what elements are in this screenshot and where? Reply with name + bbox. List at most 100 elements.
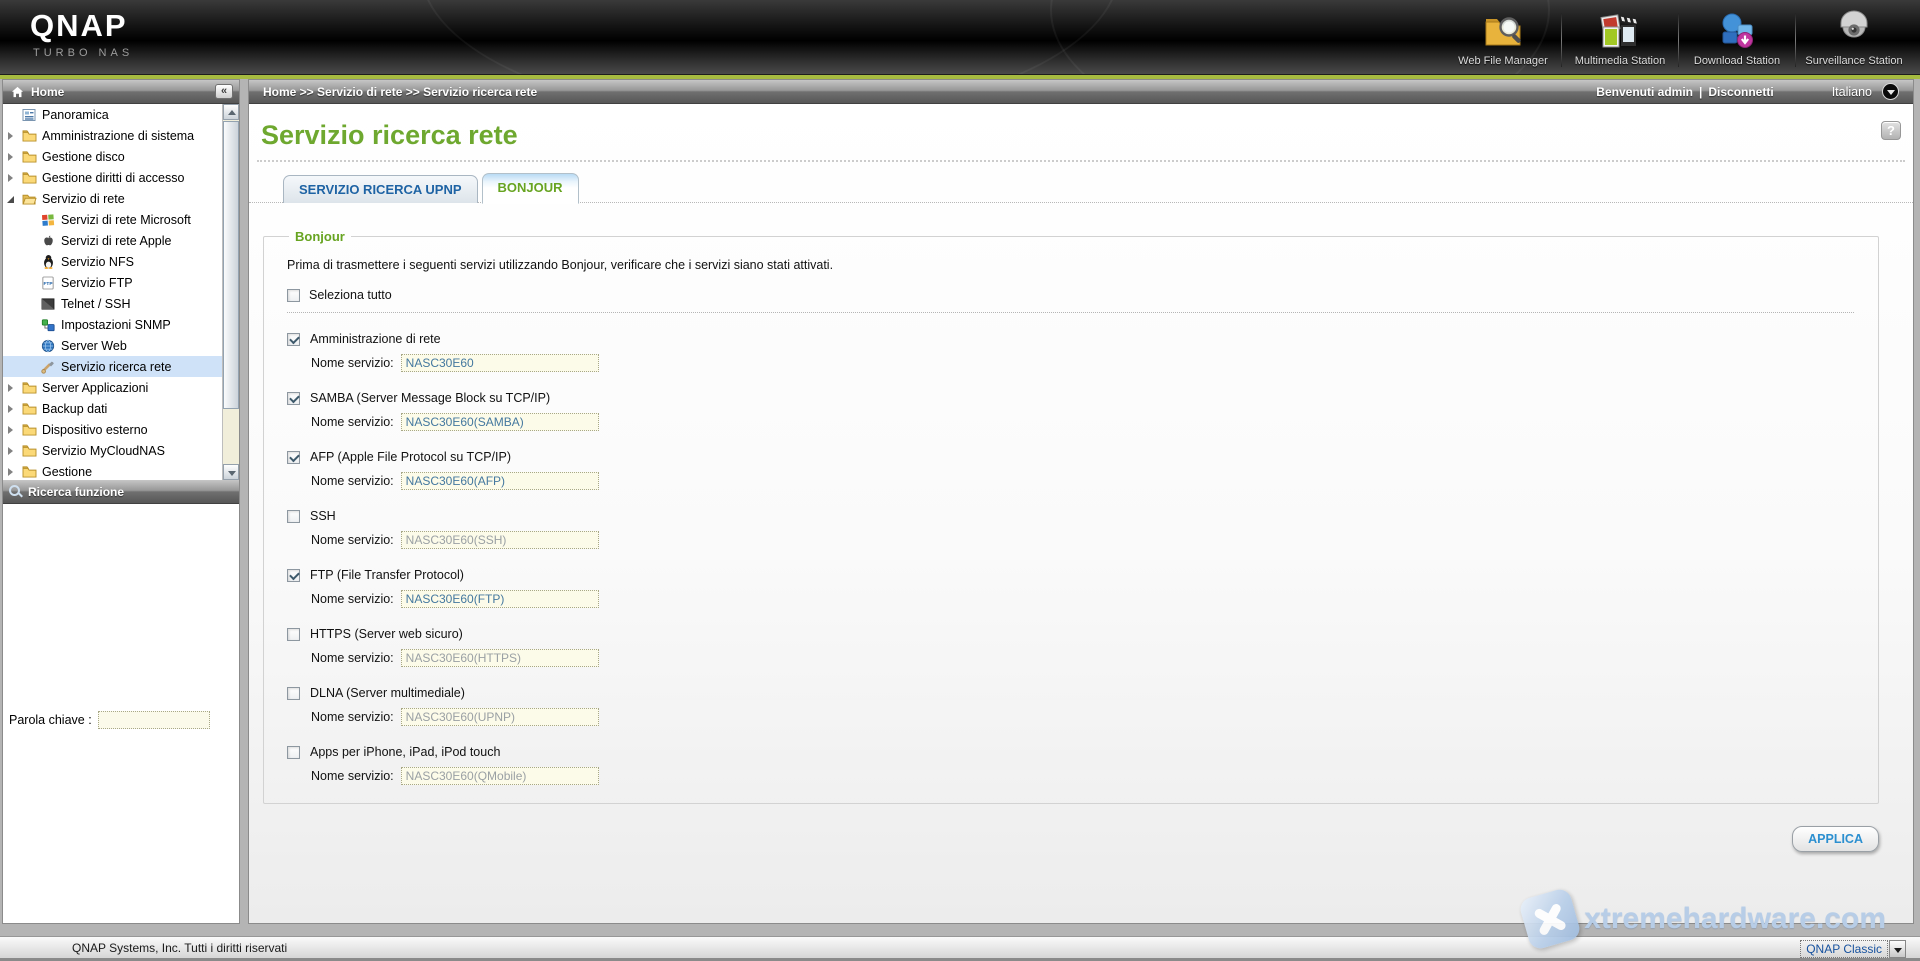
question-icon[interactable]: ? — [1881, 121, 1901, 140]
sidebar-header: Home — [3, 80, 239, 104]
sidebar-item-servizio-nfs[interactable]: Servizio NFS — [3, 251, 239, 272]
station-multimedia-station[interactable]: Multimedia Station — [1562, 10, 1678, 72]
sidebar-item-servizi-di-rete-apple[interactable]: Servizi di rete Apple — [3, 230, 239, 251]
folder-icon — [21, 380, 37, 396]
service-name-label: Nome servizio: — [311, 533, 394, 547]
service-name-input[interactable] — [401, 354, 599, 372]
service-name-input[interactable] — [401, 649, 599, 667]
linux-icon — [40, 254, 56, 270]
theme-selector-value[interactable]: QNAP Classic — [1800, 940, 1888, 958]
service-name-input[interactable] — [401, 531, 599, 549]
expand-arrow-icon[interactable] — [7, 467, 16, 477]
expand-arrow-icon[interactable] — [7, 383, 16, 393]
bonjour-legend: Bonjour — [289, 229, 351, 244]
sidebar-item-gestione[interactable]: Gestione — [3, 461, 239, 480]
folder-icon — [21, 464, 37, 480]
sidebar-item-backup-dati[interactable]: Backup dati — [3, 398, 239, 419]
sidebar-item-gestione-diritti-di-accesso[interactable]: Gestione diritti di accesso — [3, 167, 239, 188]
expand-arrow-icon[interactable] — [7, 152, 16, 162]
service-label: Amministrazione di rete — [310, 332, 441, 346]
service-label: SSH — [310, 509, 336, 523]
service-checkbox-amministrazione-di-rete[interactable] — [287, 333, 300, 346]
scroll-up-icon[interactable] — [223, 104, 239, 120]
multimedia-station-icon — [1598, 10, 1642, 54]
function-search-area: Parola chiave : — [3, 505, 239, 923]
station-download-station[interactable]: Download Station — [1679, 10, 1795, 72]
sidebar-item-impostazioni-snmp[interactable]: Impostazioni SNMP — [3, 314, 239, 335]
sidebar-item-servizio-mycloudnas[interactable]: Servizio MyCloudNAS — [3, 440, 239, 461]
house-icon — [9, 84, 25, 100]
tab-servizio-ricerca-upnp[interactable]: SERVIZIO RICERCA UPNP — [283, 175, 478, 203]
sidebar-item-telnet-ssh[interactable]: Telnet / SSH — [3, 293, 239, 314]
sidebar-item-server-web[interactable]: Server Web — [3, 335, 239, 356]
apply-button[interactable]: APPLICA — [1792, 826, 1879, 852]
scrollbar-thumb[interactable] — [223, 121, 239, 409]
sidebar-title: Home — [31, 85, 64, 99]
sidebar-item-dispositivo-esterno[interactable]: Dispositivo esterno — [3, 419, 239, 440]
service-name-label: Nome servizio: — [311, 769, 394, 783]
expand-arrow-icon[interactable] — [7, 131, 16, 141]
select-all-separator — [287, 312, 1854, 313]
sidebar-item-amministrazione-di-sistema[interactable]: Amministrazione di sistema — [3, 125, 239, 146]
service-row: DLNA (Server multimediale)Nome servizio: — [287, 686, 1854, 726]
collapse-arrow-icon[interactable] — [7, 194, 16, 204]
welcome-text: Benvenuti admin — [1596, 85, 1693, 99]
service-list: Amministrazione di rete Nome servizio: SAM… — [287, 332, 1854, 785]
header-decor — [420, 0, 1120, 74]
qnap-logo: QNAP — [30, 8, 128, 44]
title-separator — [257, 160, 1905, 162]
service-label: SAMBA (Server Message Block su TCP/IP) — [310, 391, 550, 405]
folder-icon — [21, 443, 37, 459]
sidebar-item-servizio-di-rete[interactable]: Servizio di rete — [3, 188, 239, 209]
service-name-input[interactable] — [401, 472, 599, 490]
sidebar-item-servizio-ftp[interactable]: FTPServizio FTP — [3, 272, 239, 293]
station-surveillance-station[interactable]: Surveillance Station — [1796, 10, 1912, 72]
service-name-input[interactable] — [401, 590, 599, 608]
service-checkbox-apps-per-iphone-ipad-ipod-touch[interactable] — [287, 746, 300, 759]
service-checkbox-samba-server-message-block-su-tcp-ip[interactable] — [287, 392, 300, 405]
function-search-header: Ricerca funzione — [3, 480, 239, 504]
service-checkbox-dlna-server-multimediale[interactable] — [287, 687, 300, 700]
collapse-left-icon[interactable] — [215, 84, 233, 99]
service-name-label: Nome servizio: — [311, 415, 394, 429]
sidebar-item-gestione-disco[interactable]: Gestione disco — [3, 146, 239, 167]
keyword-input[interactable] — [98, 711, 210, 729]
bonjour-section: Bonjour Prima di trasmettere i seguenti … — [263, 229, 1879, 804]
welcome-separator: | — [1699, 85, 1702, 99]
service-name-input[interactable] — [401, 767, 599, 785]
service-checkbox-afp-apple-file-protocol-su-tcp-ip[interactable] — [287, 451, 300, 464]
folder-open-icon — [21, 191, 37, 207]
folder-icon — [21, 128, 37, 144]
tab-bonjour[interactable]: BONJOUR — [482, 173, 579, 204]
expand-arrow-icon[interactable] — [7, 173, 16, 183]
sidebar-item-panoramica[interactable]: Panoramica — [3, 104, 239, 125]
page-title: Servizio ricerca rete — [261, 120, 1913, 151]
snmp-icon — [40, 317, 56, 333]
expand-arrow-icon[interactable] — [7, 404, 16, 414]
sidebar-item-servizi-di-rete-microsoft[interactable]: Servizi di rete Microsoft — [3, 209, 239, 230]
service-name-input[interactable] — [401, 708, 599, 726]
select-all-checkbox[interactable] — [287, 289, 300, 302]
service-name-input[interactable] — [401, 413, 599, 431]
expand-arrow-icon[interactable] — [7, 425, 16, 435]
service-checkbox-ssh[interactable] — [287, 510, 300, 523]
sidebar-scrollbar[interactable] — [222, 104, 239, 480]
sidebar-panel: Home PanoramicaAmministrazione di sistem… — [2, 79, 240, 924]
expand-arrow-icon[interactable] — [7, 446, 16, 456]
service-name-label: Nome servizio: — [311, 356, 394, 370]
station-web-file-manager[interactable]: Web File Manager — [1445, 10, 1561, 72]
surveillance-station-icon — [1832, 10, 1876, 54]
sidebar-item-servizio-ricerca-rete[interactable]: Servizio ricerca rete — [3, 356, 239, 377]
logout-link[interactable]: Disconnetti — [1708, 85, 1773, 99]
sidebar-item-server-applicazioni[interactable]: Server Applicazioni — [3, 377, 239, 398]
chevron-down-icon[interactable] — [1889, 940, 1906, 958]
qnap-tagline: TURBO NAS — [33, 47, 133, 59]
service-label: FTP (File Transfer Protocol) — [310, 568, 464, 582]
folder-icon — [21, 422, 37, 438]
select-all-row: Seleziona tutto — [287, 288, 1854, 302]
service-checkbox-ftp-file-transfer-protocol[interactable] — [287, 569, 300, 582]
service-checkbox-https-server-web-sicuro[interactable] — [287, 628, 300, 641]
folder-icon — [21, 149, 37, 165]
scroll-down-icon[interactable] — [223, 464, 239, 480]
chevron-down-circle-icon[interactable] — [1882, 83, 1899, 100]
